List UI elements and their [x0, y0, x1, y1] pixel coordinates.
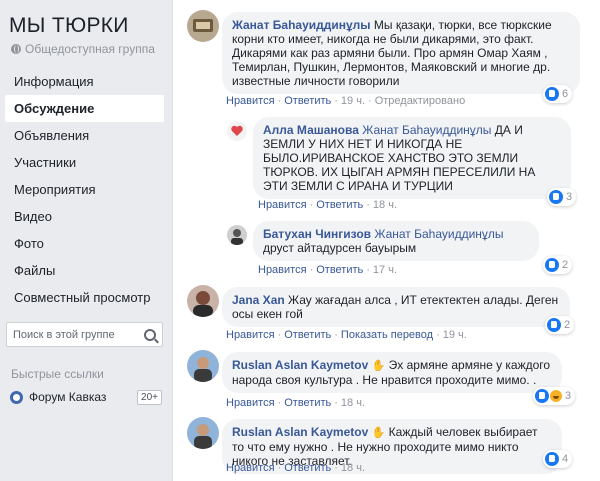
- avatar[interactable]: [187, 10, 219, 42]
- quick-links-title: Быстрые ссылки: [11, 367, 104, 381]
- group-sidebar: МЫ ТЮРКИ Общедоступная группа Информация…: [0, 0, 172, 481]
- reaction-number: 6: [562, 88, 569, 100]
- like-icon: [535, 389, 549, 403]
- like-icon: [545, 87, 559, 101]
- reaction-number: 3: [565, 390, 572, 402]
- comment-bubble: Батухан Чингизов Жанат Баһауиддинұлы дру…: [253, 221, 539, 261]
- group-privacy-label: Общедоступная группа: [25, 42, 155, 56]
- like-icon: [549, 190, 563, 204]
- nav-item-announcements[interactable]: Объявления: [5, 122, 164, 149]
- haha-icon: [549, 389, 563, 403]
- like-link[interactable]: Нравится: [226, 329, 275, 341]
- nav-item-discussion[interactable]: Обсуждение: [5, 95, 164, 122]
- reply-link[interactable]: Ответить: [284, 397, 331, 409]
- comment-actions: Нравится · Ответить · 17 ч.: [258, 264, 398, 276]
- wave-icon: ✋: [371, 360, 386, 372]
- comment-author[interactable]: Jana Xan: [232, 293, 285, 307]
- mention-link[interactable]: Жанат Баһауиддинұлы: [374, 227, 503, 241]
- reaction-number: 4: [562, 453, 569, 465]
- avatar[interactable]: [227, 225, 247, 245]
- quick-link-item[interactable]: Форум Кавказ 20+: [10, 388, 162, 406]
- avatar[interactable]: [187, 350, 219, 382]
- comment-author[interactable]: Жанат Баһауиддинұлы: [232, 18, 371, 32]
- like-link[interactable]: Нравится: [226, 397, 275, 409]
- nav-item-files[interactable]: Файлы: [5, 257, 164, 284]
- group-search-input[interactable]: [13, 328, 141, 341]
- reaction-count[interactable]: 4: [543, 450, 573, 468]
- reaction-count[interactable]: 3: [547, 188, 577, 206]
- nav-item-watch-party[interactable]: Совместный просмотр: [5, 284, 164, 311]
- reply-link[interactable]: Ответить: [284, 462, 331, 474]
- reaction-count[interactable]: 6: [543, 85, 573, 103]
- avatar[interactable]: [187, 285, 219, 317]
- globe-icon: [11, 44, 21, 54]
- like-link[interactable]: Нравится: [258, 199, 307, 211]
- comment-text: друст айтадурсен бауырым: [263, 241, 417, 255]
- reaction-count[interactable]: 2: [545, 316, 575, 334]
- comment-author[interactable]: Ruslan Aslan Kaymetov: [232, 358, 368, 372]
- search-icon[interactable]: [144, 328, 156, 341]
- comment-author[interactable]: Алла Машанова: [263, 123, 359, 137]
- translate-link[interactable]: Показать перевод: [341, 329, 433, 341]
- nav-item-info[interactable]: Информация: [5, 68, 164, 95]
- reply-link[interactable]: Ответить: [316, 199, 363, 211]
- comment-author[interactable]: Ruslan Aslan Kaymetov: [232, 425, 368, 439]
- users-icon: [10, 390, 23, 404]
- comments-feed: Жанат Баһауиддинұлы Мы қазақи, тюрки, вс…: [172, 0, 600, 481]
- comment-time[interactable]: 18 ч.: [373, 199, 397, 211]
- group-search: [6, 322, 163, 347]
- comment-actions: Нравится · Ответить · 18 ч.: [226, 397, 366, 409]
- comment-actions: Нравится · Ответить · 18 ч.: [258, 199, 398, 211]
- nav-item-photos[interactable]: Фото: [5, 230, 164, 257]
- comment-bubble: Jana Xan Жау жағадан алса , ИТ етектекте…: [222, 287, 570, 327]
- reaction-count[interactable]: 3: [533, 387, 576, 405]
- comment-bubble: Ruslan Aslan Kaymetov ✋ Эх армяне армяне…: [222, 352, 562, 393]
- avatar[interactable]: [187, 417, 219, 449]
- nav-item-events[interactable]: Мероприятия: [5, 176, 164, 203]
- wave-icon: ✋: [371, 427, 386, 439]
- reaction-number: 3: [566, 191, 573, 203]
- comment-time[interactable]: 18 ч.: [341, 462, 365, 474]
- comment-actions: Нравится · Ответить · 18 ч.: [226, 462, 366, 474]
- mention-link[interactable]: Жанат Баһауиддинұлы: [362, 123, 491, 137]
- like-icon: [545, 258, 559, 272]
- reply-link[interactable]: Ответить: [316, 264, 363, 276]
- quick-link-label[interactable]: Форум Кавказ: [29, 390, 106, 404]
- reaction-number: 2: [564, 319, 571, 331]
- comment-bubble: Жанат Баһауиддинұлы Мы қазақи, тюрки, вс…: [222, 12, 580, 94]
- reply-link[interactable]: Ответить: [284, 95, 331, 107]
- like-link[interactable]: Нравится: [226, 462, 275, 474]
- like-link[interactable]: Нравится: [258, 264, 307, 276]
- comment-author[interactable]: Батухан Чингизов: [263, 227, 371, 241]
- avatar[interactable]: [227, 121, 247, 141]
- edited-label: Отредактировано: [374, 95, 466, 107]
- nav-item-members[interactable]: Участники: [5, 149, 164, 176]
- comment-actions: Нравится · Ответить · 19 ч. · Отредактировано: [226, 95, 466, 107]
- like-icon: [545, 452, 559, 466]
- quick-link-badge: 20+: [137, 389, 162, 405]
- comment-bubble: Алла Машанова Жанат Баһауиддинұлы ДА И З…: [253, 117, 571, 199]
- comment-time[interactable]: 19 ч.: [341, 95, 365, 107]
- reaction-number: 2: [562, 259, 569, 271]
- reaction-count[interactable]: 2: [543, 256, 573, 274]
- comment-time[interactable]: 18 ч.: [341, 397, 365, 409]
- nav-item-videos[interactable]: Видео: [5, 203, 164, 230]
- group-title[interactable]: МЫ ТЮРКИ: [9, 14, 129, 38]
- reply-link[interactable]: Ответить: [284, 329, 331, 341]
- comment-time[interactable]: 19 ч.: [443, 329, 467, 341]
- like-link[interactable]: Нравится: [226, 95, 275, 107]
- group-nav: Информация Обсуждение Объявления Участни…: [5, 68, 164, 311]
- group-privacy: Общедоступная группа: [11, 42, 155, 56]
- comment-time[interactable]: 17 ч.: [373, 264, 397, 276]
- like-icon: [547, 318, 561, 332]
- comment-actions: Нравится · Ответить · Показать перевод · 19 ч.: [226, 329, 467, 341]
